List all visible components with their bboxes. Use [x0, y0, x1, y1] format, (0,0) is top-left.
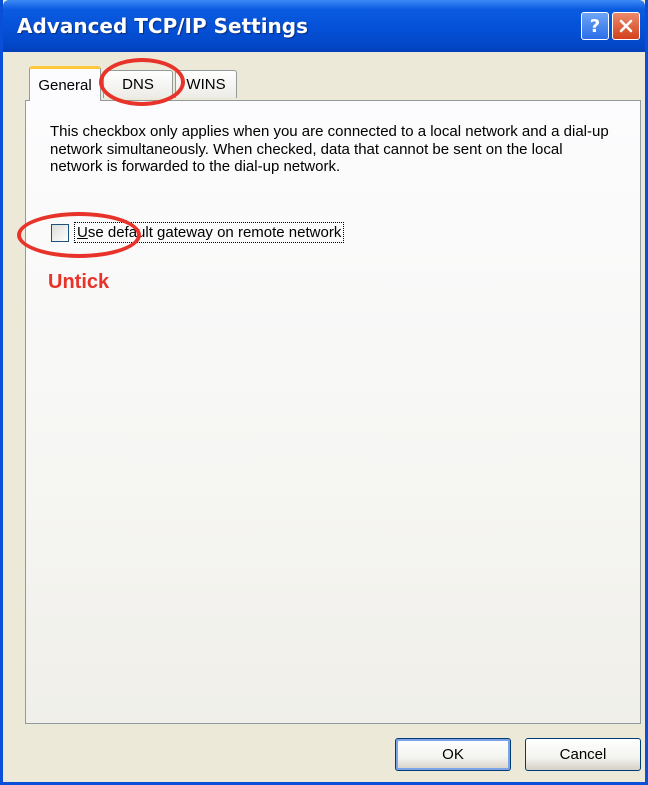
default-gateway-checkbox[interactable]: [51, 224, 69, 242]
tab-wins[interactable]: WINS: [175, 70, 237, 98]
label-rest: se default gateway on remote network: [87, 224, 342, 241]
cancel-button[interactable]: Cancel: [525, 738, 641, 771]
window-title: Advanced TCP/IP Settings: [17, 14, 309, 38]
tab-general-label: General: [38, 76, 92, 94]
default-gateway-label[interactable]: Use default gateway on remote network: [74, 222, 345, 243]
tab-dns-label: DNS: [122, 76, 154, 93]
untick-annotation: Untick: [48, 271, 110, 293]
close-icon: [619, 19, 633, 33]
dialog-window: Advanced TCP/IP Settings ? General DNS W…: [0, 0, 648, 785]
tab-general[interactable]: General: [29, 66, 101, 101]
tab-wins-label: WINS: [186, 76, 226, 93]
general-tab-panel: This checkbox only applies when you are …: [25, 100, 641, 724]
tab-dns[interactable]: DNS: [103, 70, 173, 98]
accelerator-letter: U: [77, 224, 88, 241]
help-button[interactable]: ?: [581, 12, 609, 40]
close-button[interactable]: [612, 12, 640, 40]
description-text: This checkbox only applies when you are …: [50, 123, 609, 175]
help-icon: ?: [589, 15, 601, 37]
ok-button[interactable]: OK: [395, 738, 511, 771]
title-bar[interactable]: Advanced TCP/IP Settings ?: [3, 0, 645, 52]
